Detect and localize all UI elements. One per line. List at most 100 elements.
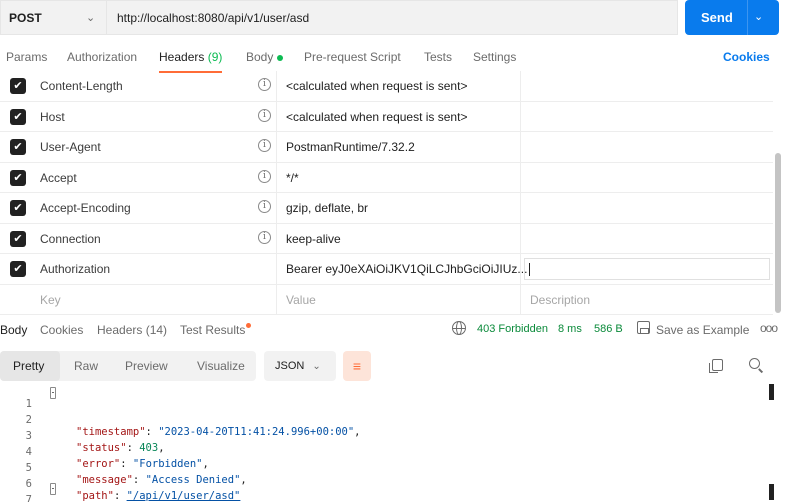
header-value[interactable]: <calculated when request is sent>: [286, 79, 467, 93]
checkbox[interactable]: ✔: [10, 169, 26, 186]
info-icon[interactable]: i: [258, 200, 271, 213]
response-tabs: Body Cookies Headers (14) Test Results 4…: [0, 318, 790, 342]
tab-params[interactable]: Params: [6, 50, 47, 64]
header-value[interactable]: <calculated when request is sent>: [286, 110, 467, 124]
code-line: 2 "timestamp": "2023-04-20T11:41:24.996+…: [0, 402, 770, 438]
checkbox[interactable]: ✔: [10, 200, 26, 216]
column-divider: [520, 284, 521, 314]
info-icon[interactable]: i: [258, 169, 271, 183]
header-value[interactable]: keep-alive: [286, 232, 341, 246]
fold-icon[interactable]: [50, 483, 56, 495]
test-results-dot: [246, 323, 252, 328]
description-input[interactable]: [524, 258, 770, 280]
column-divider: [276, 162, 277, 192]
tab-body[interactable]: Body: [246, 50, 284, 64]
tab-response-headers[interactable]: Headers (14): [97, 323, 167, 337]
header-value[interactable]: PostmanRuntime/7.32.2: [286, 140, 415, 154]
save-icon[interactable]: [637, 321, 650, 334]
info-icon[interactable]: i: [258, 230, 271, 244]
response-body-viewer[interactable]: 1 2 "timestamp": "2023-04-20T11:41:24.99…: [0, 384, 790, 502]
header-key[interactable]: User-Agent: [40, 140, 101, 154]
response-time[interactable]: 8 ms: [558, 323, 582, 335]
header-key[interactable]: Host: [40, 110, 65, 124]
column-divider: [520, 223, 521, 253]
code-line: 6 "path": "/api/v1/user/asd": [0, 466, 770, 502]
code-line: 4 "error": "Forbidden",: [0, 434, 770, 470]
header-value[interactable]: */*: [286, 171, 299, 185]
header-value[interactable]: gzip, deflate, br: [286, 201, 368, 215]
headers-scrollbar[interactable]: [775, 153, 781, 313]
code-line: 1: [0, 386, 770, 410]
column-divider: [276, 284, 277, 314]
checkbox[interactable]: ✔: [10, 78, 26, 94]
url-input[interactable]: http://localhost:8080/api/v1/user/asd: [106, 0, 678, 35]
tab-tests[interactable]: Tests: [424, 50, 452, 64]
column-divider: [276, 223, 277, 253]
tab-settings[interactable]: Settings: [473, 50, 516, 64]
column-divider: [520, 132, 521, 162]
more-options-icon[interactable]: ooo: [760, 321, 778, 335]
globe-icon[interactable]: [452, 321, 466, 335]
header-key[interactable]: Content-Length: [40, 79, 123, 93]
tab-test-results[interactable]: Test Results: [180, 323, 252, 337]
cookies-link[interactable]: Cookies: [723, 50, 770, 64]
header-key[interactable]: Accept-Encoding: [40, 201, 131, 215]
column-divider: [520, 193, 521, 223]
send-button[interactable]: Send ⌄: [685, 0, 779, 35]
column-divider: [276, 101, 277, 131]
description-placeholder[interactable]: Description: [530, 293, 590, 307]
copy-icon[interactable]: [709, 359, 723, 373]
fold-icon[interactable]: [50, 387, 56, 399]
info-icon[interactable]: i: [258, 139, 271, 152]
format-select[interactable]: JSON ⌄: [264, 351, 336, 381]
checkbox[interactable]: ✔: [10, 108, 26, 125]
column-divider: [276, 132, 277, 162]
key-placeholder[interactable]: Key: [40, 293, 61, 307]
chevron-down-icon: ⌄: [86, 12, 96, 24]
column-divider: [276, 254, 277, 284]
header-key[interactable]: Connection: [40, 232, 101, 246]
tab-preview[interactable]: Preview: [125, 359, 168, 373]
column-divider: [520, 101, 521, 131]
table-row: ✔ User-Agent i PostmanRuntime/7.32.2: [0, 132, 773, 163]
tab-visualize[interactable]: Visualize: [197, 359, 245, 373]
code-line: 5 "message": "Access Denied",: [0, 450, 770, 486]
code-scrollbar-top[interactable]: [769, 384, 774, 400]
table-row: ✔ Authorization Bearer eyJ0eXAiOiJKV1QiL…: [0, 254, 773, 285]
code-scrollbar-bottom[interactable]: [769, 484, 774, 500]
tab-body-label: Body: [246, 50, 274, 64]
header-value[interactable]: Bearer eyJ0eXAiOiJKV1QiLCJhbGciOiJIUz...: [286, 262, 527, 276]
table-row: ✔ Content-Length i <calculated when requ…: [0, 71, 773, 102]
tab-response-cookies[interactable]: Cookies: [40, 323, 83, 337]
info-icon[interactable]: i: [258, 108, 271, 122]
save-as-example-button[interactable]: Save as Example: [656, 323, 749, 337]
header-key[interactable]: Accept: [40, 171, 77, 185]
checkbox[interactable]: ✔: [10, 139, 26, 155]
send-label: Send: [701, 10, 733, 25]
tab-response-body[interactable]: Body: [0, 323, 27, 337]
header-key[interactable]: Authorization: [40, 262, 110, 276]
wrap-lines-button[interactable]: ≡: [343, 351, 371, 381]
info-icon[interactable]: i: [258, 78, 271, 91]
value-placeholder[interactable]: Value: [286, 293, 316, 307]
method-select[interactable]: POST ⌄: [0, 0, 106, 35]
table-row: ✔ Accept i */*: [0, 162, 773, 193]
line-number: 7: [25, 494, 32, 502]
response-size[interactable]: 586 B: [594, 323, 623, 335]
checkbox[interactable]: ✔: [10, 230, 26, 247]
tab-headers[interactable]: Headers (9): [159, 50, 223, 73]
checkbox[interactable]: ✔: [10, 261, 26, 277]
chevron-down-icon[interactable]: ⌄: [754, 10, 763, 23]
code-line: 3 "status": 403,: [0, 418, 770, 454]
tab-headers-label: Headers: [159, 50, 205, 64]
method-label: POST: [9, 10, 42, 25]
status-badge[interactable]: 403 Forbidden: [477, 323, 548, 335]
tab-pre-request-script[interactable]: Pre-request Script: [304, 50, 401, 64]
column-divider: [520, 254, 521, 284]
search-icon[interactable]: [749, 358, 760, 369]
tab-authorization[interactable]: Authorization: [67, 50, 137, 64]
view-mode-tabs: Pretty Raw Preview Visualize: [0, 351, 256, 381]
tab-raw[interactable]: Raw: [74, 359, 98, 373]
tab-pretty[interactable]: Pretty: [13, 359, 44, 373]
column-divider: [276, 193, 277, 223]
